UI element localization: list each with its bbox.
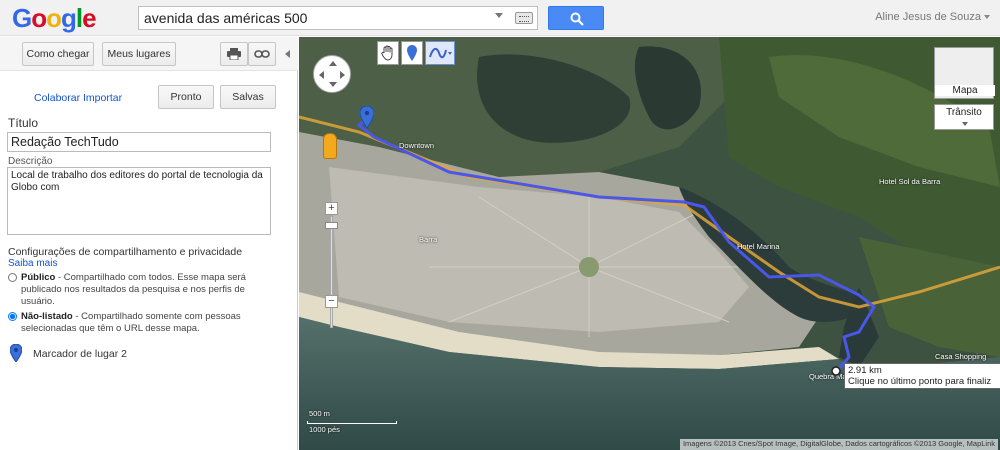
map-canvas[interactable]: Downtown Barra Hotel Marina Quebra Mar H… <box>299 37 1000 450</box>
zoom-in-button[interactable]: + <box>325 202 338 215</box>
zoom-out-button[interactable]: − <box>325 295 338 308</box>
logo-letter: g <box>61 3 77 33</box>
map-label: Casa Shopping <box>935 352 987 361</box>
marker-tool-button[interactable] <box>401 41 423 65</box>
map-label: Downtown <box>399 141 435 150</box>
pan-left-icon[interactable] <box>319 71 324 79</box>
map-type-label: Mapa <box>935 85 995 96</box>
collapse-panel-icon[interactable] <box>285 50 290 58</box>
logo-letter: o <box>31 3 47 33</box>
public-option-text: Público - Compartilhado com todos. Esse … <box>8 272 270 308</box>
distance-tooltip: 2.91 km Clique no último ponto para fina… <box>844 363 1000 389</box>
title-field[interactable] <box>7 132 271 152</box>
distance-hint: Clique no último ponto para finaliz <box>848 376 992 387</box>
map-attribution[interactable]: Imagens ©2013 Cnes/Spot Image, DigitalGl… <box>679 439 998 450</box>
print-button[interactable] <box>220 42 248 66</box>
privacy-unlisted-option[interactable]: Não-listado - Compartilhado somente com … <box>8 311 270 335</box>
hand-icon <box>381 45 393 61</box>
caret-down-icon <box>984 15 990 20</box>
privacy-public-option[interactable]: Público - Compartilhado com todos. Esse … <box>8 272 270 308</box>
logo-letter: o <box>46 3 62 33</box>
search-input[interactable] <box>139 7 489 29</box>
unlisted-radio[interactable] <box>8 312 17 321</box>
public-title: Público <box>21 272 56 283</box>
map-label: Barra <box>419 235 438 244</box>
scale-metric: 500 m <box>309 409 330 418</box>
search-icon <box>570 12 584 26</box>
public-radio[interactable] <box>8 273 17 282</box>
import-link[interactable]: Importar <box>83 92 122 104</box>
traffic-button[interactable]: Trânsito <box>934 104 994 130</box>
pan-down-icon[interactable] <box>329 82 337 87</box>
link-button[interactable] <box>248 42 276 66</box>
hand-tool-button[interactable] <box>377 41 399 65</box>
search-button[interactable] <box>548 6 604 30</box>
chevron-down-icon[interactable] <box>495 13 503 18</box>
placemark-label[interactable]: Marcador de lugar 2 <box>33 348 127 360</box>
map-label: Hotel Marina <box>737 242 780 251</box>
logo-letter: e <box>82 3 97 33</box>
scale-imperial: 1000 pés <box>309 425 340 434</box>
route-end-point-icon[interactable] <box>830 365 842 377</box>
description-field[interactable]: Local de trabalho dos editores do portal… <box>7 167 271 235</box>
privacy-heading: Configurações de compartilhamento e priv… <box>8 246 243 258</box>
unlisted-title: Não-listado <box>21 311 73 322</box>
account-menu[interactable]: Aline Jesus de Souza <box>875 11 990 23</box>
traffic-label: Trânsito <box>946 107 982 118</box>
draw-line-icon <box>429 47 452 59</box>
search-box <box>138 6 538 30</box>
directions-button[interactable]: Como chegar <box>22 42 94 66</box>
save-button[interactable]: Salvas <box>220 85 276 109</box>
zoom-slider-thumb[interactable] <box>325 222 338 229</box>
logo-letter: G <box>12 3 32 33</box>
print-icon <box>227 48 241 61</box>
pan-control[interactable] <box>313 55 351 93</box>
route-start-marker-icon[interactable] <box>360 106 374 128</box>
map-type-button[interactable]: Mapa <box>934 47 995 99</box>
done-button[interactable]: Pronto <box>158 85 214 109</box>
my-places-button[interactable]: Meus lugares <box>102 42 176 66</box>
user-name: Aline Jesus de Souza <box>875 11 981 23</box>
unlisted-option-text: Não-listado - Compartilhado somente com … <box>8 311 270 335</box>
panel-toolbar: Como chegar Meus lugares <box>0 37 298 71</box>
line-tool-button[interactable] <box>425 41 455 65</box>
collaborate-link[interactable]: Colaborar <box>34 92 80 104</box>
placemark-icon[interactable] <box>10 344 22 362</box>
link-icon <box>254 50 270 58</box>
description-label: Descrição <box>8 156 53 167</box>
public-description: - Compartilhado com todos. Esse mapa ser… <box>21 272 246 307</box>
title-label: Título <box>8 116 39 130</box>
left-panel: Como chegar Meus lugares Colaborar Impor… <box>0 37 298 450</box>
zoom-slider[interactable] <box>330 216 333 328</box>
pan-right-icon[interactable] <box>340 71 345 79</box>
pan-up-icon[interactable] <box>329 61 337 66</box>
google-logo[interactable]: Google <box>12 3 97 33</box>
learn-more-link[interactable]: Saiba mais <box>8 258 57 269</box>
marker-icon <box>407 45 417 61</box>
distance-value: 2.91 km <box>848 365 882 376</box>
map-label: Hotel Sol da Barra <box>879 177 941 186</box>
keyboard-icon[interactable] <box>515 12 533 24</box>
top-bar: Google Aline Jesus de Souza <box>0 0 1000 36</box>
street-view-pegman-icon[interactable] <box>323 133 337 159</box>
scale-bar <box>307 421 397 424</box>
